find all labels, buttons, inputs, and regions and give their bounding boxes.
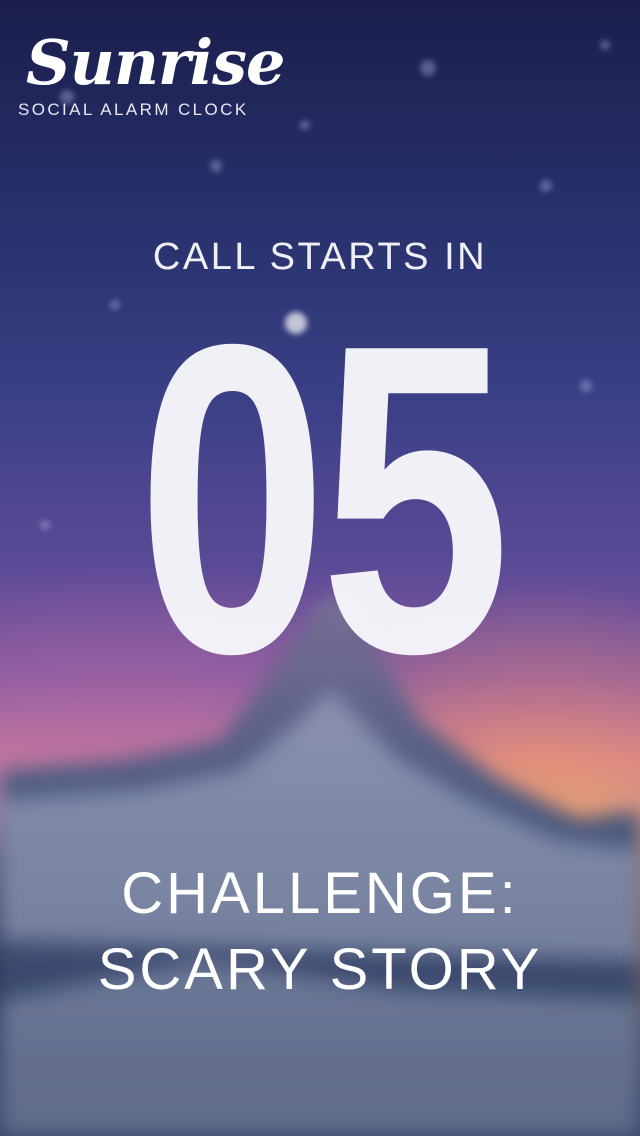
- challenge-line-1: CHALLENGE:: [121, 861, 519, 926]
- countdown-number: 05: [136, 254, 511, 745]
- challenge-line-2: SCARY STORY: [97, 937, 543, 1002]
- app-logo: Sunrise SOCIAL ALARM CLOCK: [18, 26, 286, 120]
- app-name: Sunrise: [26, 26, 286, 99]
- challenge-text: CHALLENGE: SCARY STORY: [0, 856, 640, 1008]
- app-tagline: SOCIAL ALARM CLOCK: [18, 100, 249, 119]
